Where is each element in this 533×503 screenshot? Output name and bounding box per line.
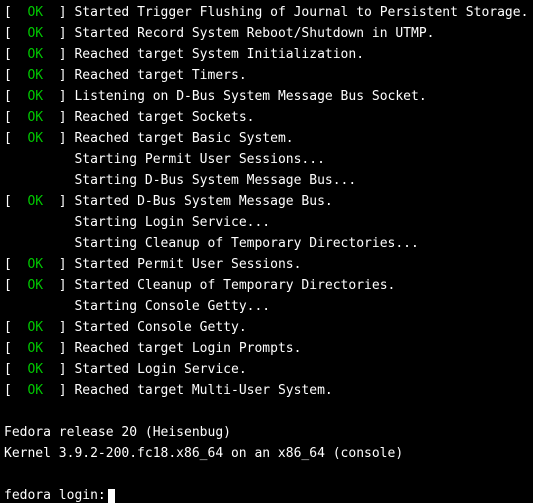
log-message: Started Console Getty. <box>74 320 246 335</box>
status-ok: OK <box>27 89 43 104</box>
log-message: Reached target Timers. <box>74 68 246 83</box>
boot-log-line: [ OK ] Reached target System Initializat… <box>4 44 529 65</box>
boot-log-line: [ OK ] Started Permit User Sessions. <box>4 254 529 275</box>
boot-log-line: [ OK ] Started Cleanup of Temporary Dire… <box>4 275 529 296</box>
status-ok: OK <box>27 341 43 356</box>
log-message: Started Trigger Flushing of Journal to P… <box>74 5 528 20</box>
blank-line <box>4 464 529 485</box>
status-ok: OK <box>27 320 43 335</box>
login-prompt-line[interactable]: fedora login: <box>4 485 529 503</box>
log-message: Started Record System Reboot/Shutdown in… <box>74 26 434 41</box>
boot-log-line: [ OK ] Reached target Login Prompts. <box>4 338 529 359</box>
status-ok: OK <box>27 257 43 272</box>
boot-log-line: Starting Console Getty... <box>4 296 529 317</box>
boot-console: [ OK ] Started Trigger Flushing of Journ… <box>0 0 533 503</box>
status-ok: OK <box>27 110 43 125</box>
boot-log-line: [ OK ] Reached target Sockets. <box>4 107 529 128</box>
log-message: Reached target Basic System. <box>74 131 293 146</box>
boot-log-line: Starting Permit User Sessions... <box>4 149 529 170</box>
status-ok: OK <box>27 194 43 209</box>
log-message: Started Login Service. <box>74 362 246 377</box>
log-message: Reached target Sockets. <box>74 110 254 125</box>
log-message: Starting Login Service... <box>74 215 270 230</box>
boot-log: [ OK ] Started Trigger Flushing of Journ… <box>4 2 529 401</box>
log-message: Listening on D-Bus System Message Bus So… <box>74 89 426 104</box>
log-message: Started D-Bus System Message Bus. <box>74 194 332 209</box>
status-ok: OK <box>27 383 43 398</box>
log-message: Starting Cleanup of Temporary Directorie… <box>74 236 418 251</box>
blank-line <box>4 401 529 422</box>
status-ok: OK <box>27 47 43 62</box>
status-ok: OK <box>27 68 43 83</box>
status-ok: OK <box>27 278 43 293</box>
boot-log-line: [ OK ] Reached target Basic System. <box>4 128 529 149</box>
cursor-icon <box>108 489 115 503</box>
boot-log-line: Starting Login Service... <box>4 212 529 233</box>
login-prompt-text: fedora login: <box>4 488 106 503</box>
boot-log-line: [ OK ] Started Record System Reboot/Shut… <box>4 23 529 44</box>
status-ok: OK <box>27 131 43 146</box>
boot-log-line: [ OK ] Listening on D-Bus System Message… <box>4 86 529 107</box>
boot-log-line: [ OK ] Started Console Getty. <box>4 317 529 338</box>
log-message: Started Permit User Sessions. <box>74 257 301 272</box>
boot-log-line: [ OK ] Started D-Bus System Message Bus. <box>4 191 529 212</box>
log-message: Starting Console Getty... <box>74 299 270 314</box>
boot-log-line: Starting Cleanup of Temporary Directorie… <box>4 233 529 254</box>
boot-log-line: [ OK ] Reached target Multi-User System. <box>4 380 529 401</box>
log-message: Reached target Login Prompts. <box>74 341 301 356</box>
log-message: Started Cleanup of Temporary Directories… <box>74 278 395 293</box>
kernel-line: Kernel 3.9.2-200.fc18.x86_64 on an x86_6… <box>4 443 529 464</box>
status-ok: OK <box>27 5 43 20</box>
log-message: Starting D-Bus System Message Bus... <box>74 173 356 188</box>
log-message: Reached target System Initialization. <box>74 47 364 62</box>
boot-log-line: [ OK ] Started Trigger Flushing of Journ… <box>4 2 529 23</box>
release-line: Fedora release 20 (Heisenbug) <box>4 422 529 443</box>
log-message: Starting Permit User Sessions... <box>74 152 324 167</box>
boot-log-line: [ OK ] Reached target Timers. <box>4 65 529 86</box>
boot-log-line: Starting D-Bus System Message Bus... <box>4 170 529 191</box>
status-ok: OK <box>27 362 43 377</box>
log-message: Reached target Multi-User System. <box>74 383 332 398</box>
boot-log-line: [ OK ] Started Login Service. <box>4 359 529 380</box>
status-ok: OK <box>27 26 43 41</box>
